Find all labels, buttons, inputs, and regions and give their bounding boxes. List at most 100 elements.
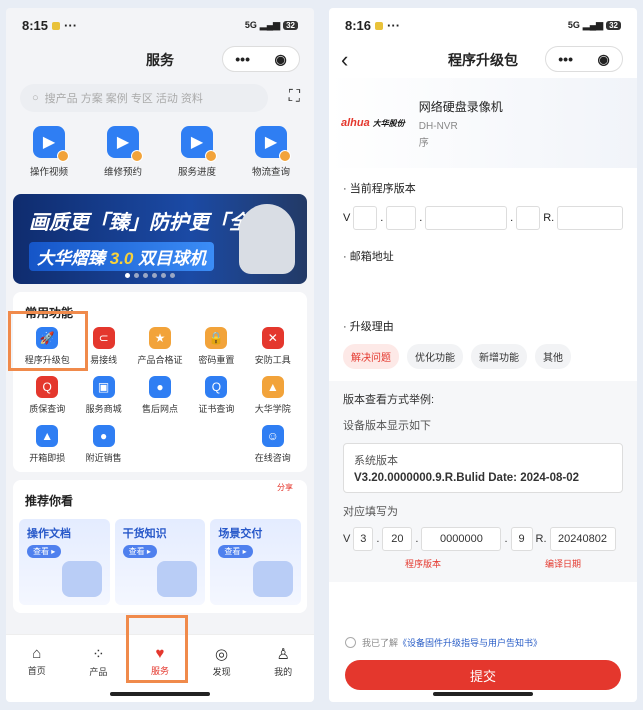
notification-icon xyxy=(52,21,61,30)
home-indicator xyxy=(433,692,533,696)
card-title: 干货知识 xyxy=(122,528,167,540)
quick-action[interactable]: ▶ 维修预约 xyxy=(88,126,158,178)
truck-icon: ▶ xyxy=(255,126,291,162)
agree-link[interactable]: 《设备固件升级指导与用户告知书》 xyxy=(398,638,542,648)
reason-chip[interactable]: 其他 xyxy=(535,344,571,369)
function-label: 密码重置 xyxy=(198,355,235,365)
function-item[interactable]: ⊂ 易接线 xyxy=(75,327,131,366)
more-icon[interactable]: ••• xyxy=(235,51,250,67)
function-item[interactable]: ☺ 在线咨询 xyxy=(245,425,301,464)
function-item[interactable]: ★ 产品合格证 xyxy=(132,327,188,366)
carousel-dots[interactable] xyxy=(125,273,175,278)
card-view-button[interactable]: 查看 ▸ xyxy=(122,545,157,558)
reason-chip[interactable]: 新增功能 xyxy=(471,344,527,369)
sys-label: 系统版本 xyxy=(354,455,398,467)
miniprogram-capsule[interactable]: ••• ◉ xyxy=(222,46,300,72)
folder-illustration xyxy=(253,561,294,597)
quick-action[interactable]: ▶ 操作视频 xyxy=(14,126,84,178)
agree-checkbox[interactable] xyxy=(345,637,356,648)
recommend-card[interactable]: 干货知识查看 ▸ xyxy=(114,519,206,605)
search-input[interactable]: ○ 搜产品 方案 案例 专区 活动 资料 xyxy=(20,84,268,112)
function-item[interactable]: ✕ 安防工具 xyxy=(245,327,301,366)
back-icon[interactable]: ‹ xyxy=(341,47,348,73)
more-icon[interactable]: ••• xyxy=(558,51,573,67)
function-icon xyxy=(148,425,171,447)
agree-prefix: 我已了解 xyxy=(362,638,399,648)
function-label: 证书查询 xyxy=(198,404,235,414)
close-target-icon[interactable]: ◉ xyxy=(275,51,287,68)
page-title: 程序升级包 xyxy=(448,52,518,68)
function-icon: ▲ xyxy=(36,425,59,447)
function-icon: ● xyxy=(148,376,171,398)
promo-banner[interactable]: 画质更「臻」防护更「全」 大华熠臻 3.0 双目球机 xyxy=(13,194,307,284)
battery-icon: 32 xyxy=(606,20,621,30)
version-prefix: V xyxy=(343,212,351,224)
function-item[interactable]: ▲ 开箱即损 xyxy=(19,425,75,464)
function-item[interactable]: 🔒 密码重置 xyxy=(188,327,244,366)
miniprogram-capsule[interactable]: ••• ◉ xyxy=(545,46,623,72)
tab-label: 首页 xyxy=(27,666,46,676)
version-example: 版本查看方式举例: 设备版本显示如下 系统版本 V3.20.0000000.9.… xyxy=(329,381,637,582)
recommend-card[interactable]: 场景交付查看 ▸ xyxy=(210,519,302,605)
function-label: 易接线 xyxy=(90,355,118,365)
function-item[interactable]: ▲ 大华学院 xyxy=(245,376,301,415)
page-title-bar: 服务 ••• ◉ xyxy=(6,42,314,78)
email-input[interactable] xyxy=(343,274,623,308)
version-field-date[interactable] xyxy=(557,206,624,230)
card-view-button[interactable]: 查看 ▸ xyxy=(218,545,253,558)
reason-chip[interactable]: 解决问题 xyxy=(343,344,399,369)
function-item[interactable]: ● 附近销售 xyxy=(75,425,131,464)
function-label: 开箱即损 xyxy=(29,453,66,463)
logo-brand: alhua xyxy=(341,117,370,129)
quick-action[interactable]: ▶ 服务进度 xyxy=(162,126,232,178)
version-field-3[interactable] xyxy=(425,206,508,230)
version-field-2[interactable] xyxy=(386,206,417,230)
function-item[interactable]: ▣ 服务商城 xyxy=(75,376,131,415)
version-field-4[interactable] xyxy=(516,206,541,230)
folder-illustration xyxy=(61,561,102,597)
banner-brand: 大华熠臻 xyxy=(37,249,105,268)
function-item[interactable]: 🚀 程序升级包 xyxy=(19,327,75,366)
status-bar: 8:15 ··· 5G ▂▄▆ 32 xyxy=(6,8,314,42)
function-icon: Q xyxy=(205,376,228,398)
tab-item[interactable]: ♙ 我的 xyxy=(258,645,308,702)
function-icon: 🔒 xyxy=(205,327,228,349)
function-icon: ☺ xyxy=(261,425,284,447)
function-item[interactable]: ● 售后网点 xyxy=(132,376,188,415)
email-section: · 邮箱地址 xyxy=(329,230,637,308)
tab-item[interactable]: ⌂ 首页 xyxy=(12,645,62,702)
system-version-box: 系统版本 V3.20.0000000.9.R.Bulid Date: 2024-… xyxy=(343,443,623,493)
program-version-label: 程序版本 xyxy=(405,559,442,569)
function-item[interactable]: Q 证书查询 xyxy=(188,376,244,415)
reason-chip[interactable]: 优化功能 xyxy=(407,344,463,369)
card-view-button[interactable]: 查看 ▸ xyxy=(27,545,62,558)
folder-illustration xyxy=(157,561,198,597)
example-desc: 设备版本显示如下 xyxy=(343,420,431,432)
signal-indicators: 5G ▂▄▆ 32 xyxy=(245,20,298,31)
close-target-icon[interactable]: ◉ xyxy=(598,51,610,68)
heart-icon: ▶ xyxy=(181,126,217,162)
quick-action-label: 物流查询 xyxy=(251,167,290,178)
battery-icon: 32 xyxy=(283,20,298,30)
product-card: alhua 大华股份 网络硬盘录像机 DH-NVR 序 xyxy=(329,78,637,168)
card-title: 场景交付 xyxy=(218,528,263,540)
scan-icon[interactable]: ⛶ xyxy=(289,88,300,106)
reason-chips: 解决问题 优化功能 新增功能 其他 xyxy=(343,344,623,369)
share-button[interactable]: 分享 xyxy=(277,482,293,493)
function-item[interactable]: Q 质保查询 xyxy=(19,376,75,415)
function-label: 大华学院 xyxy=(254,404,291,414)
banner-headline: 画质更「臻」防护更「全」 xyxy=(29,212,269,234)
function-icon: ⊂ xyxy=(92,327,115,349)
submit-button[interactable]: 提交 xyxy=(345,660,621,690)
page-title: 服务 xyxy=(146,52,174,68)
page-title-bar: ‹ 程序升级包 ••• ◉ xyxy=(329,42,637,78)
recommend-section: 推荐你看 分享 操作文档 查看 ▸ 干货知识 查看 ▸ 场景交付 查看 ▸ xyxy=(13,480,307,613)
quick-action[interactable]: ▶ 物流查询 xyxy=(236,126,306,178)
function-icon: Q xyxy=(36,376,59,398)
recommend-card[interactable]: 操作文档 查看 ▸ xyxy=(19,519,110,605)
version-field-1[interactable] xyxy=(353,206,378,230)
banner-subline: 大华熠臻 3.0 双目球机 xyxy=(29,242,215,271)
function-label: 售后网点 xyxy=(141,404,178,414)
quick-action-label: 服务进度 xyxy=(177,167,216,178)
camera-image xyxy=(239,204,295,274)
